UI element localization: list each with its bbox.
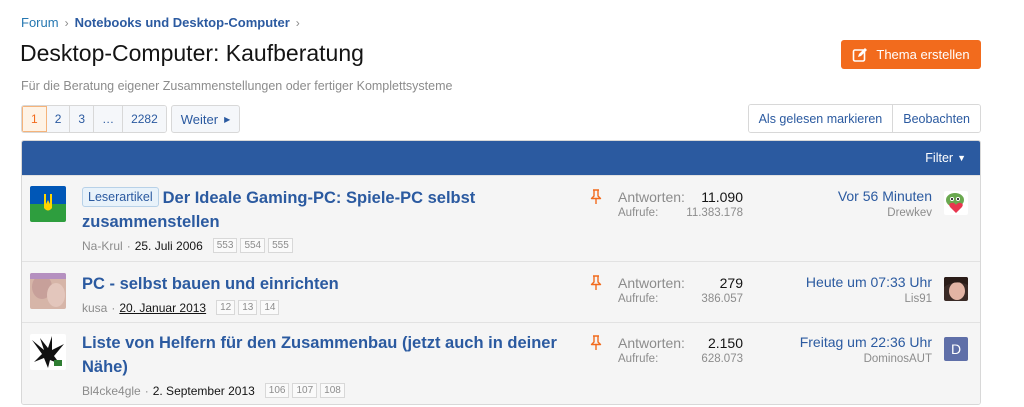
caret-down-icon: ▼ <box>957 153 966 163</box>
mini-page-link[interactable]: 553 <box>212 238 238 253</box>
photo-avatar[interactable] <box>30 273 66 309</box>
thread-main: Leserartikel Der Ideale Gaming-PC: Spiele… <box>82 186 582 253</box>
next-page-button[interactable]: Weiter ▶ <box>170 105 241 133</box>
last-post-time[interactable]: Freitag um 22:36 Uhr <box>800 334 932 350</box>
thread-title-text: PC - selbst bauen und einrichten <box>82 275 339 293</box>
thread-latest: Heute um 07:33 Uhr Lis91 <box>806 274 932 305</box>
replies-label: Antworten: <box>618 275 685 291</box>
thread-title-link[interactable]: Liste von Helfern für den Zusammenbau (j… <box>82 331 582 379</box>
views-label: Aufrufe: <box>618 207 659 219</box>
thread-row[interactable]: PC - selbst bauen und einrichten kusa · … <box>22 261 980 322</box>
mini-page-link[interactable]: 108 <box>320 383 345 398</box>
thread-list-header: Filter ▼ <box>22 141 980 175</box>
thread-meta: kusa · 20. Januar 2013 12 13 14 <box>82 300 582 315</box>
caret-right-icon: ▶ <box>224 114 231 124</box>
replies-count: 11.090 <box>701 189 743 205</box>
face-photo-avatar[interactable] <box>944 277 968 301</box>
thread-title-link[interactable]: PC - selbst bauen und einrichten <box>82 272 582 296</box>
thread-list: Filter ▼ Leserartikel Der Ideale Gaming-P… <box>21 140 981 405</box>
meta-separator: · <box>144 383 149 398</box>
thread-author[interactable]: kusa <box>82 301 107 315</box>
breadcrumb-notebooks[interactable]: Notebooks und Desktop-Computer <box>75 15 290 30</box>
create-thread-label: Thema erstellen <box>876 47 970 62</box>
last-post-user[interactable]: DominosAUT <box>800 353 932 365</box>
thread-label-badge[interactable]: Leserartikel <box>82 187 159 207</box>
thread-meta: Bl4cke4gle · 2. September 2013 106 107 1… <box>82 383 582 398</box>
views-count: 386.057 <box>701 293 743 305</box>
views-label: Aufrufe: <box>618 353 659 365</box>
letter-avatar[interactable]: D <box>944 337 968 361</box>
replies-count: 279 <box>719 275 743 291</box>
page-list: 1 2 3 … 2282 <box>21 105 167 133</box>
breadcrumb: Forum › Notebooks und Desktop-Computer › <box>21 15 306 30</box>
watch-button[interactable]: Beobachten <box>892 105 980 132</box>
thread-start-date[interactable]: 2. September 2013 <box>153 384 255 398</box>
mini-page-link[interactable]: 106 <box>264 383 290 398</box>
page-title: Desktop-Computer: Kaufberatung <box>20 40 364 66</box>
frog-heart-avatar[interactable] <box>944 191 968 215</box>
mark-read-button[interactable]: Als gelesen markieren <box>748 105 893 132</box>
replies-count: 2.150 <box>707 335 743 351</box>
thread-meta: Na-Krul · 25. Juli 2006 553 554 555 <box>82 238 582 253</box>
thread-stats: Antworten: 2.150 Aufrufe: 628.073 <box>618 335 743 365</box>
black-eagle-avatar[interactable] <box>30 334 66 370</box>
meta-separator: · <box>111 300 116 315</box>
thread-stats: Antworten: 11.090 Aufrufe: 11.383.178 <box>618 189 743 219</box>
last-post-time[interactable]: Vor 56 Minuten <box>838 188 932 204</box>
filter-label: Filter <box>925 151 954 165</box>
thread-title-text: Liste von Helfern für den Zusammenbau (j… <box>82 334 557 376</box>
chevron-right-icon: › <box>64 15 69 30</box>
mini-page-link[interactable]: 107 <box>292 383 318 398</box>
filter-button[interactable]: Filter ▼ <box>925 151 966 165</box>
thread-start-date[interactable]: 25. Juli 2006 <box>135 239 203 253</box>
thread-latest: Freitag um 22:36 Uhr DominosAUT <box>800 334 932 365</box>
mini-page-link[interactable]: 555 <box>268 238 293 253</box>
thread-author[interactable]: Na-Krul <box>82 239 123 253</box>
ukraine-flag-avatar[interactable] <box>30 186 66 222</box>
replies-label: Antworten: <box>618 335 685 351</box>
page-link-last[interactable]: 2282 <box>123 106 166 132</box>
create-thread-button[interactable]: Thema erstellen <box>841 40 981 69</box>
pen-square-icon <box>852 47 868 63</box>
page-link-current[interactable]: 1 <box>22 106 47 132</box>
views-count: 628.073 <box>701 353 743 365</box>
thread-main: Liste von Helfern für den Zusammenbau (j… <box>82 331 582 398</box>
next-page-label: Weiter <box>180 111 219 127</box>
meta-separator: · <box>126 238 131 253</box>
mini-page-link[interactable]: 13 <box>238 300 258 315</box>
thread-mini-pages: 106 107 108 <box>264 383 348 398</box>
thread-latest: Vor 56 Minuten Drewkev <box>838 188 932 219</box>
thread-main: PC - selbst bauen und einrichten kusa · … <box>82 272 582 315</box>
page-link[interactable]: 3 <box>70 106 95 132</box>
mini-page-link[interactable]: 12 <box>216 300 236 315</box>
thread-author[interactable]: Bl4cke4gle <box>82 384 141 398</box>
breadcrumb-forum[interactable]: Forum <box>21 15 59 30</box>
thread-row[interactable]: Leserartikel Der Ideale Gaming-PC: Spiele… <box>22 175 980 261</box>
last-post-time[interactable]: Heute um 07:33 Uhr <box>806 274 932 290</box>
replies-label: Antworten: <box>618 189 685 205</box>
page-description: Für die Beratung eigener Zusammenstellun… <box>21 79 453 93</box>
last-post-user[interactable]: Drewkev <box>838 207 932 219</box>
views-count: 11.383.178 <box>686 207 743 219</box>
thread-title-link[interactable]: Leserartikel Der Ideale Gaming-PC: Spiele… <box>82 186 582 234</box>
pagination: 1 2 3 … 2282 Weiter ▶ <box>21 105 241 133</box>
forum-actions: Als gelesen markieren Beobachten <box>747 104 981 133</box>
page-link[interactable]: 2 <box>46 106 71 132</box>
pin-icon <box>589 189 605 205</box>
last-post-user[interactable]: Lis91 <box>806 293 933 305</box>
thread-mini-pages: 12 13 14 <box>216 300 282 315</box>
pin-icon <box>589 335 605 351</box>
thread-mini-pages: 553 554 555 <box>212 238 296 253</box>
thread-row[interactable]: Liste von Helfern für den Zusammenbau (j… <box>22 322 980 404</box>
views-label: Aufrufe: <box>618 293 659 305</box>
thread-stats: Antworten: 279 Aufrufe: 386.057 <box>618 275 743 305</box>
mini-page-link[interactable]: 554 <box>240 238 266 253</box>
mini-page-link[interactable]: 14 <box>260 300 280 315</box>
page-ellipsis[interactable]: … <box>94 106 124 132</box>
thread-start-date[interactable]: 20. Januar 2013 <box>119 301 206 315</box>
pin-icon <box>589 275 605 291</box>
chevron-right-icon: › <box>295 15 300 30</box>
